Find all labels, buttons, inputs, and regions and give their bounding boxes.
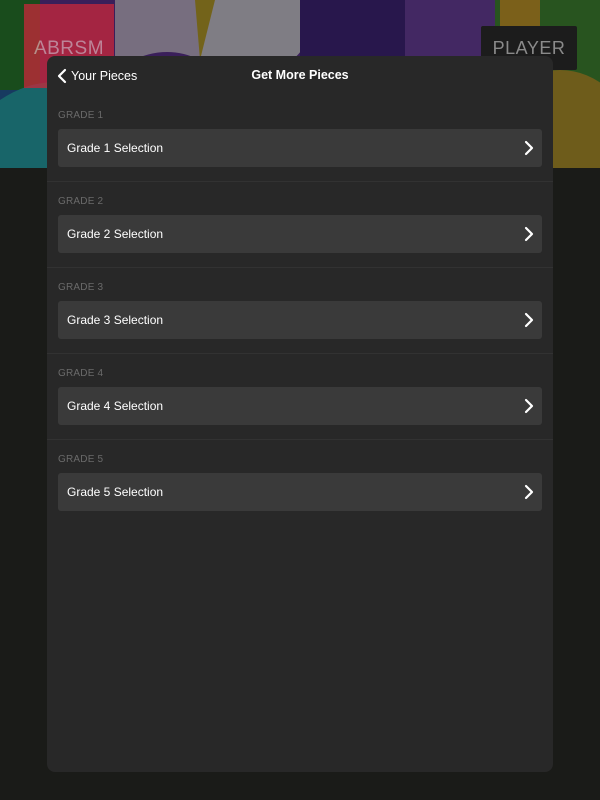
chevron-right-icon [524,140,534,156]
grade-5-selection-row[interactable]: Grade 5 Selection [58,473,542,511]
section-header: GRADE 1 [58,110,104,121]
row-label: Grade 1 Selection [67,141,164,155]
grade-section: GRADE 5 Grade 5 Selection [47,440,553,526]
row-label: Grade 5 Selection [67,485,164,499]
row-label: Grade 3 Selection [67,313,164,327]
chevron-right-icon [524,484,534,500]
grade-4-selection-row[interactable]: Grade 4 Selection [58,387,542,425]
section-header: GRADE 5 [58,454,104,465]
app-screen: ABRSM PLAYER Your Pieces Get More Pieces… [0,0,600,800]
navigation-bar: Your Pieces Get More Pieces [47,56,553,96]
chevron-right-icon [524,312,534,328]
section-header: GRADE 4 [58,368,104,379]
grade-2-selection-row[interactable]: Grade 2 Selection [58,215,542,253]
row-label: Grade 4 Selection [67,399,164,413]
grade-section: GRADE 2 Grade 2 Selection [47,182,553,268]
page-title: Get More Pieces [251,68,349,82]
grade-section: GRADE 4 Grade 4 Selection [47,354,553,440]
grade-1-selection-row[interactable]: Grade 1 Selection [58,129,542,167]
grade-section: GRADE 3 Grade 3 Selection [47,268,553,354]
row-label: Grade 2 Selection [67,227,164,241]
section-header: GRADE 3 [58,282,104,293]
chevron-right-icon [524,398,534,414]
section-header: GRADE 2 [58,196,104,207]
grade-3-selection-row[interactable]: Grade 3 Selection [58,301,542,339]
chevron-right-icon [524,226,534,242]
grade-section: GRADE 1 Grade 1 Selection [47,96,553,182]
get-more-pieces-sheet: Your Pieces Get More Pieces GRADE 1 Grad… [47,56,553,772]
